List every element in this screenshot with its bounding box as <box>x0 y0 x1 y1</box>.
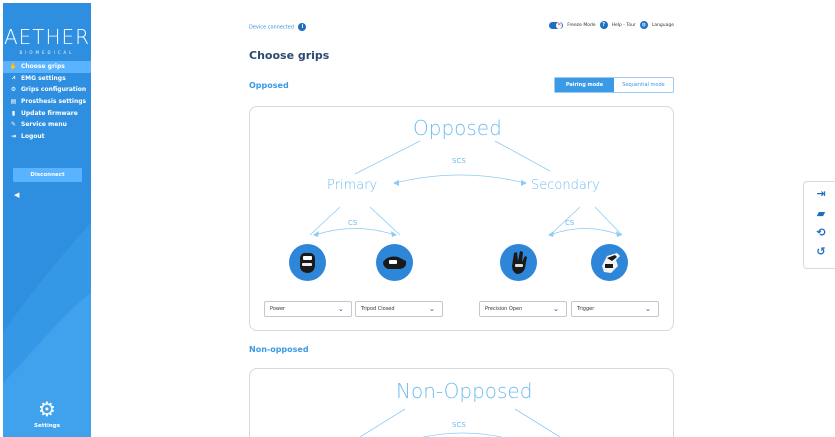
collapse-sidebar-icon[interactable]: ◀ <box>14 191 19 199</box>
brand-name: AETHER <box>3 25 91 49</box>
chevron-down-icon: ⌄ <box>645 305 651 313</box>
section-title-opposed: Opposed <box>249 81 289 90</box>
sidebar-item-label: Update firmware <box>21 109 78 117</box>
help-icon[interactable]: ? <box>599 21 608 29</box>
freeze-mode-label: Freeze Mode <box>567 22 596 28</box>
tripod-closed-grip-image[interactable] <box>376 244 413 281</box>
secondary-label: Secondary <box>531 178 600 193</box>
opposed-root-label: Opposed <box>413 116 502 140</box>
sidebar-item-label: Prosthesis settings <box>21 98 87 106</box>
sidebar-item-choose-grips[interactable]: ✋ Choose grips <box>3 61 91 73</box>
sidebar-item-update-firmware[interactable]: ▮ Update firmware <box>3 107 91 119</box>
grip-select-precision-open[interactable]: Precision Open ⌄ <box>479 301 567 317</box>
grip-select-value: Tripod Closed <box>361 306 395 312</box>
folder-open-icon[interactable]: ▰ <box>815 208 827 220</box>
brand-subtitle: BIOMEDICAL <box>19 50 75 55</box>
settings-button[interactable]: ⚙ Settings <box>3 399 91 429</box>
sidebar-item-label: EMG settings <box>21 74 66 82</box>
cs-left-label: CS <box>348 219 358 227</box>
grip-select-tripod-closed[interactable]: Tripod Closed ⌄ <box>355 301 443 317</box>
trigger-grip-image[interactable] <box>591 244 628 281</box>
opposed-card: Opposed SCS Primary Secondary CS CS Powe… <box>249 106 674 331</box>
chevron-down-icon: ⌄ <box>338 305 344 313</box>
sidebar-item-logout[interactable]: ⇥ Logout <box>3 131 91 143</box>
globe-icon[interactable]: ◍ <box>639 21 648 29</box>
sidebar-item-label: Service menu <box>21 121 67 129</box>
section-title-nonopposed: Non-opposed <box>249 345 309 354</box>
sidebar-nav: ✋ Choose grips ⩘ EMG settings ⚙ Grips co… <box>3 61 91 142</box>
chart-icon: ⩘ <box>11 74 16 82</box>
top-bar: Device connected i Freeze Mode ? Help - … <box>249 20 674 34</box>
settings-label: Settings <box>34 423 60 429</box>
side-toolbar: ⇥ ▰ ⟲ ↺ <box>803 181 835 269</box>
power-grip-image[interactable] <box>289 244 326 281</box>
sidebar-item-service-menu[interactable]: ✎ Service menu <box>3 119 91 131</box>
brand-logo: AETHER BIOMEDICAL <box>3 25 91 55</box>
primary-label: Primary <box>327 178 378 193</box>
scs-label: SCS <box>452 157 466 165</box>
hand-icon: ✋ <box>9 63 18 71</box>
cog-icon: ⚙ <box>10 86 17 94</box>
disconnect-button[interactable]: Disconnect <box>13 168 82 182</box>
sidebar-item-prosthesis-settings[interactable]: ▤ Prosthesis settings <box>3 96 91 108</box>
grip-select-trigger[interactable]: Trigger ⌄ <box>571 301 659 317</box>
device-status-text: Device connected <box>249 24 294 31</box>
page-title: Choose grips <box>249 49 330 62</box>
mode-toggle: Pairing mode Sequential mode <box>554 77 674 93</box>
language-link[interactable]: Language <box>652 23 674 28</box>
sidebar-item-label: Logout <box>21 132 45 140</box>
clipboard-icon: ▤ <box>10 98 17 106</box>
chevron-down-icon: ⌄ <box>429 305 435 313</box>
undo-icon[interactable]: ↺ <box>815 246 827 258</box>
grip-select-value: Precision Open <box>485 306 523 312</box>
sidebar-item-label: Choose grips <box>21 63 65 71</box>
top-actions: Freeze Mode ? Help - Tour ◍ Language <box>549 21 674 29</box>
precision-open-grip-image[interactable] <box>500 244 537 281</box>
cs-right-label: CS <box>565 219 575 227</box>
nonopposed-card: Non-Opposed SCS <box>249 368 674 437</box>
device-status: Device connected i <box>249 23 307 31</box>
freeze-mode-toggle[interactable] <box>549 21 564 29</box>
opposed-diagram-lines <box>309 140 623 237</box>
import-icon[interactable]: ⇥ <box>815 188 827 200</box>
app-window: AETHER BIOMEDICAL ✋ Choose grips ⩘ EMG s… <box>0 0 835 437</box>
grip-select-power[interactable]: Power ⌄ <box>264 301 352 317</box>
info-icon[interactable]: i <box>298 23 307 31</box>
grip-select-value: Trigger <box>577 306 595 312</box>
logout-icon: ⇥ <box>10 132 17 140</box>
sequential-mode-button[interactable]: Sequential mode <box>614 78 673 92</box>
restore-icon[interactable]: ⟲ <box>815 227 827 239</box>
sidebar: AETHER BIOMEDICAL ✋ Choose grips ⩘ EMG s… <box>3 3 91 437</box>
sidebar-item-grips-configuration[interactable]: ⚙ Grips configuration <box>3 84 91 96</box>
sidebar-item-emg-settings[interactable]: ⩘ EMG settings <box>3 73 91 85</box>
chip-icon: ▮ <box>11 109 16 117</box>
nonopposed-root-label: Non-Opposed <box>396 379 533 403</box>
sidebar-item-label: Grips configuration <box>21 86 87 94</box>
grip-select-value: Power <box>270 306 286 312</box>
chevron-down-icon: ⌄ <box>553 305 559 313</box>
gear-icon: ⚙ <box>38 397 56 421</box>
help-tour-link[interactable]: Help - Tour <box>612 23 636 28</box>
scs-label: SCS <box>452 421 466 429</box>
pairing-mode-button[interactable]: Pairing mode <box>555 78 614 92</box>
wrench-icon: ✎ <box>10 121 17 129</box>
